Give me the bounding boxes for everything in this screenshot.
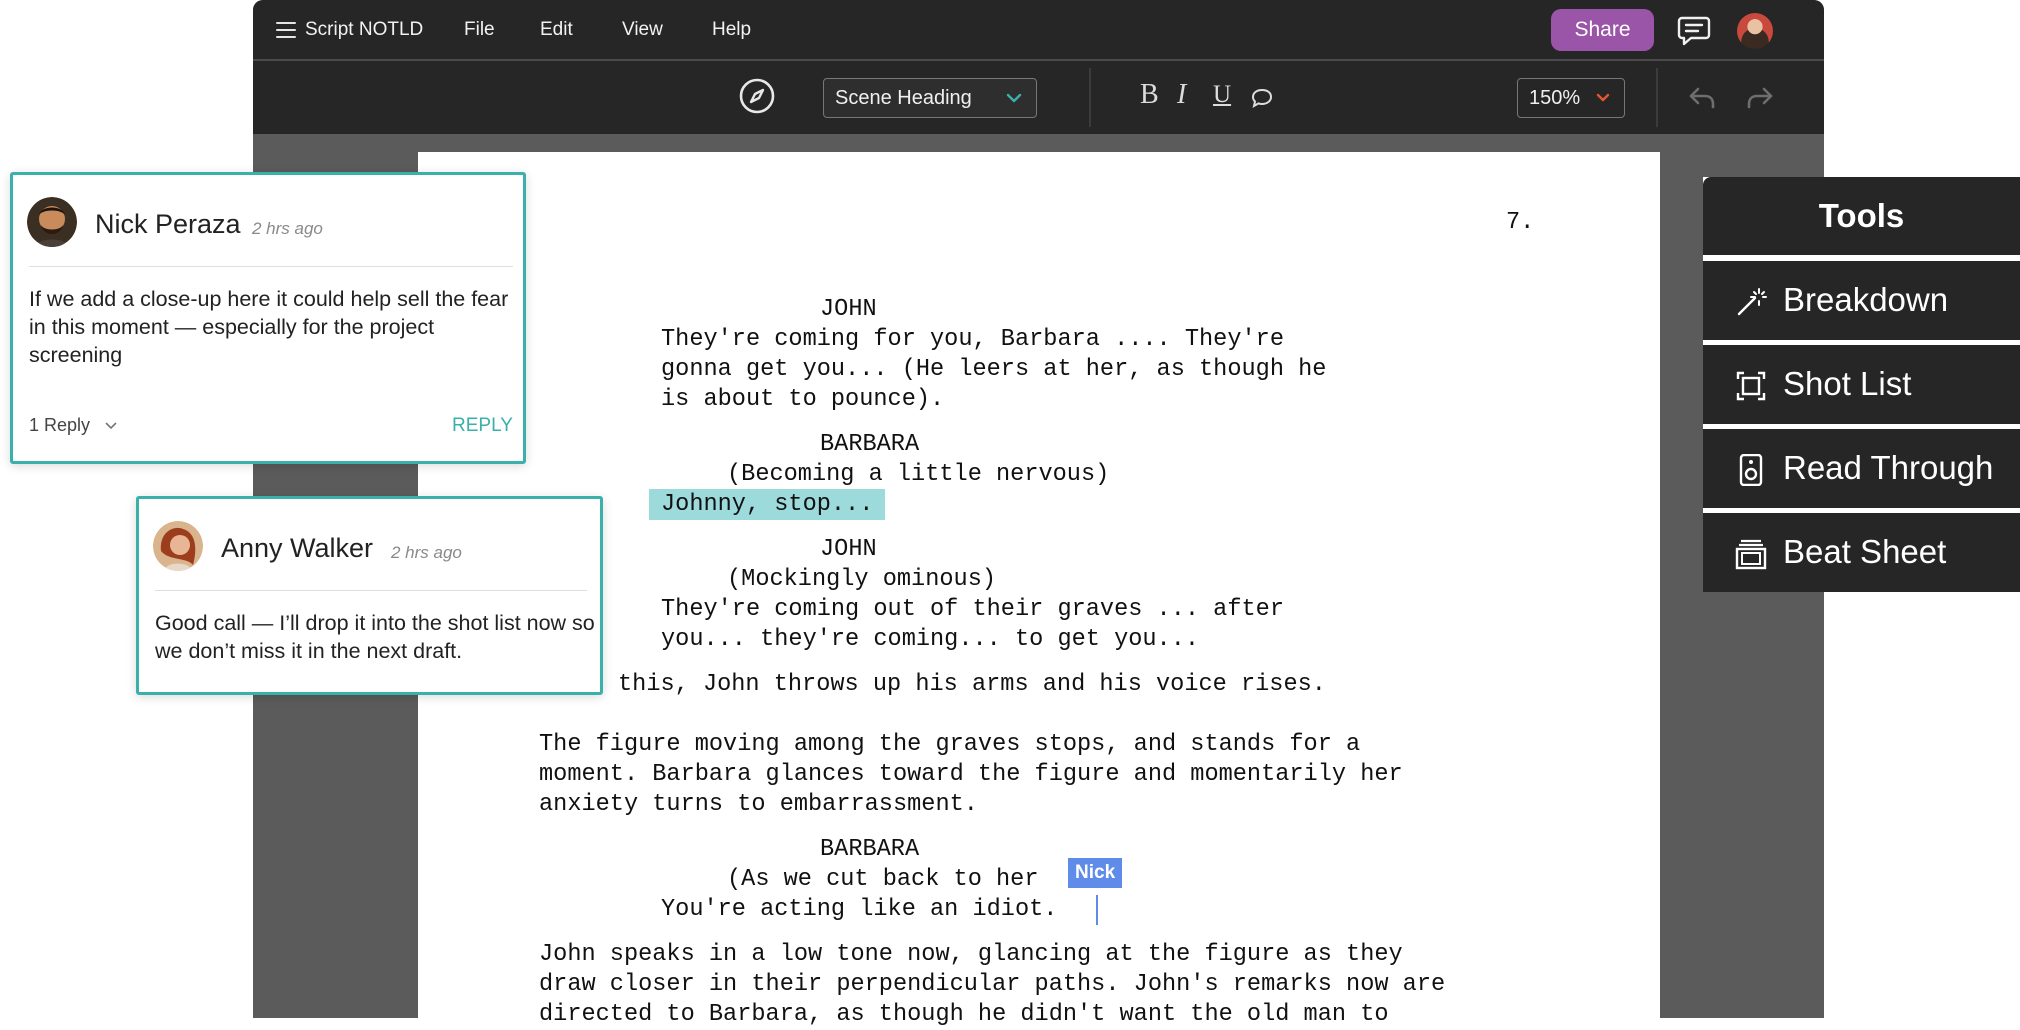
tool-breakdown[interactable]: Breakdown bbox=[1703, 261, 2020, 340]
zoom-dropdown[interactable]: 150% bbox=[1517, 78, 1625, 118]
tool-label: Beat Sheet bbox=[1783, 533, 1947, 570]
reply-count-label: 1 Reply bbox=[29, 415, 91, 435]
collaborator-cursor-label: Nick bbox=[1068, 858, 1123, 888]
tool-label: Shot List bbox=[1783, 365, 1912, 402]
menu-edit[interactable]: Edit bbox=[540, 19, 573, 41]
action-line[interactable]: anxiety turns to embarrassment. bbox=[539, 790, 978, 820]
dialogue-line[interactable]: you... they're coming... to get you... bbox=[661, 625, 1199, 655]
script-text[interactable]: 7. JOHN They're coming for you, Barbara … bbox=[418, 152, 1660, 1028]
menu-view[interactable]: View bbox=[622, 19, 663, 41]
comment-card[interactable]: Nick Peraza 2 hrs ago If we add a close-… bbox=[10, 172, 526, 464]
dialogue-line[interactable]: You're acting like an idiot. bbox=[661, 895, 1057, 925]
speaker-icon bbox=[1739, 454, 1763, 486]
parenthetical-line[interactable]: (Mockingly ominous) bbox=[727, 565, 996, 595]
format-toolbar: Scene Heading B I U 150% bbox=[253, 61, 1824, 134]
action-line[interactable]: John speaks in a low tone now, glancing … bbox=[539, 940, 1403, 970]
dialogue-line[interactable]: They're coming for you, Barbara .... The… bbox=[661, 325, 1284, 355]
tools-panel: Tools Breakdown Shot List Read Through B… bbox=[1703, 177, 2020, 592]
toolbar-divider bbox=[1656, 68, 1658, 127]
page-number: 7. bbox=[1506, 209, 1535, 236]
comment-bubble-icon[interactable] bbox=[1250, 87, 1274, 109]
zoom-value: 150% bbox=[1529, 87, 1581, 109]
action-line[interactable]: this, John throws up his arms and his vo… bbox=[618, 670, 1326, 700]
dialogue-line[interactable]: gonna get you... (He leers at her, as th… bbox=[661, 355, 1326, 385]
chevron-down-icon bbox=[1596, 93, 1610, 102]
tool-shot-list[interactable]: Shot List bbox=[1703, 345, 2020, 424]
compass-icon[interactable] bbox=[738, 77, 776, 115]
underline-button[interactable]: U bbox=[1213, 81, 1231, 109]
comment-card[interactable]: Anny Walker 2 hrs ago Good call — I’ll d… bbox=[136, 496, 603, 695]
frame-icon bbox=[1736, 371, 1766, 401]
comment-divider bbox=[29, 266, 513, 267]
character-cue[interactable]: BARBARA bbox=[820, 430, 919, 460]
action-line[interactable]: draw closer in their perpendicular paths… bbox=[539, 970, 1445, 1000]
comment-timestamp: 2 hrs ago bbox=[391, 543, 462, 562]
character-cue[interactable]: BARBARA bbox=[820, 835, 919, 865]
bold-button[interactable]: B bbox=[1140, 79, 1159, 111]
parenthetical-line[interactable]: (Becoming a little nervous) bbox=[727, 460, 1109, 490]
menu-bar: Script NOTLD File Edit View Help Share bbox=[253, 0, 1824, 61]
menu-help[interactable]: Help bbox=[712, 19, 751, 41]
comment-highlight[interactable]: Johnny, stop... bbox=[649, 489, 886, 520]
element-style-value: Scene Heading bbox=[835, 87, 972, 109]
action-line[interactable]: directed to Barbara, as though he didn't… bbox=[539, 1000, 1389, 1030]
comment-text: If we add a close-up here it could help … bbox=[29, 287, 509, 367]
avatar bbox=[153, 521, 203, 571]
user-avatar[interactable] bbox=[1737, 13, 1773, 49]
chevron-down-icon bbox=[1006, 93, 1022, 103]
comment-author: Anny Walker bbox=[221, 533, 374, 563]
document-title[interactable]: Script NOTLD bbox=[305, 19, 423, 41]
reply-count-toggle[interactable]: 1 Reply bbox=[29, 415, 117, 436]
menu-file[interactable]: File bbox=[464, 19, 495, 41]
comments-icon[interactable] bbox=[1677, 15, 1711, 47]
magic-wand-icon bbox=[1737, 288, 1767, 316]
chevron-down-icon bbox=[105, 422, 117, 430]
script-page[interactable]: 7. JOHN They're coming for you, Barbara … bbox=[418, 152, 1660, 1028]
comment-divider bbox=[155, 590, 587, 591]
tool-read-through[interactable]: Read Through bbox=[1703, 429, 2020, 508]
tool-label: Read Through bbox=[1783, 449, 1994, 486]
action-line[interactable]: moment. Barbara glances toward the figur… bbox=[539, 760, 1403, 790]
parenthetical-line[interactable]: (As we cut back to her bbox=[727, 865, 1039, 895]
undo-icon[interactable] bbox=[1687, 83, 1717, 111]
dialogue-line-highlighted[interactable]: Johnny, stop... bbox=[649, 489, 886, 520]
character-cue[interactable]: JOHN bbox=[820, 295, 877, 325]
hamburger-menu-icon[interactable] bbox=[276, 22, 296, 38]
share-button[interactable]: Share bbox=[1551, 9, 1654, 51]
tool-beat-sheet[interactable]: Beat Sheet bbox=[1703, 513, 2020, 592]
tools-title: Tools bbox=[1703, 177, 2020, 255]
action-line[interactable]: The figure moving among the graves stops… bbox=[539, 730, 1360, 760]
element-style-dropdown[interactable]: Scene Heading bbox=[823, 78, 1037, 118]
comment-timestamp: 2 hrs ago bbox=[252, 219, 323, 238]
comment-author: Nick Peraza bbox=[95, 209, 241, 239]
tool-label: Breakdown bbox=[1783, 281, 1949, 318]
cards-icon bbox=[1735, 539, 1767, 570]
italic-button[interactable]: I bbox=[1177, 79, 1186, 111]
collaborator-cursor bbox=[1096, 895, 1098, 925]
dialogue-line[interactable]: is about to pounce). bbox=[661, 385, 944, 415]
toolbar-divider bbox=[1089, 68, 1091, 127]
character-cue[interactable]: JOHN bbox=[820, 535, 877, 565]
avatar bbox=[27, 197, 77, 247]
reply-button[interactable]: REPLY bbox=[452, 415, 513, 437]
comment-text: Good call — I’ll drop it into the shot l… bbox=[155, 611, 595, 663]
redo-icon[interactable] bbox=[1745, 83, 1775, 111]
dialogue-line[interactable]: They're coming out of their graves ... a… bbox=[661, 595, 1284, 625]
